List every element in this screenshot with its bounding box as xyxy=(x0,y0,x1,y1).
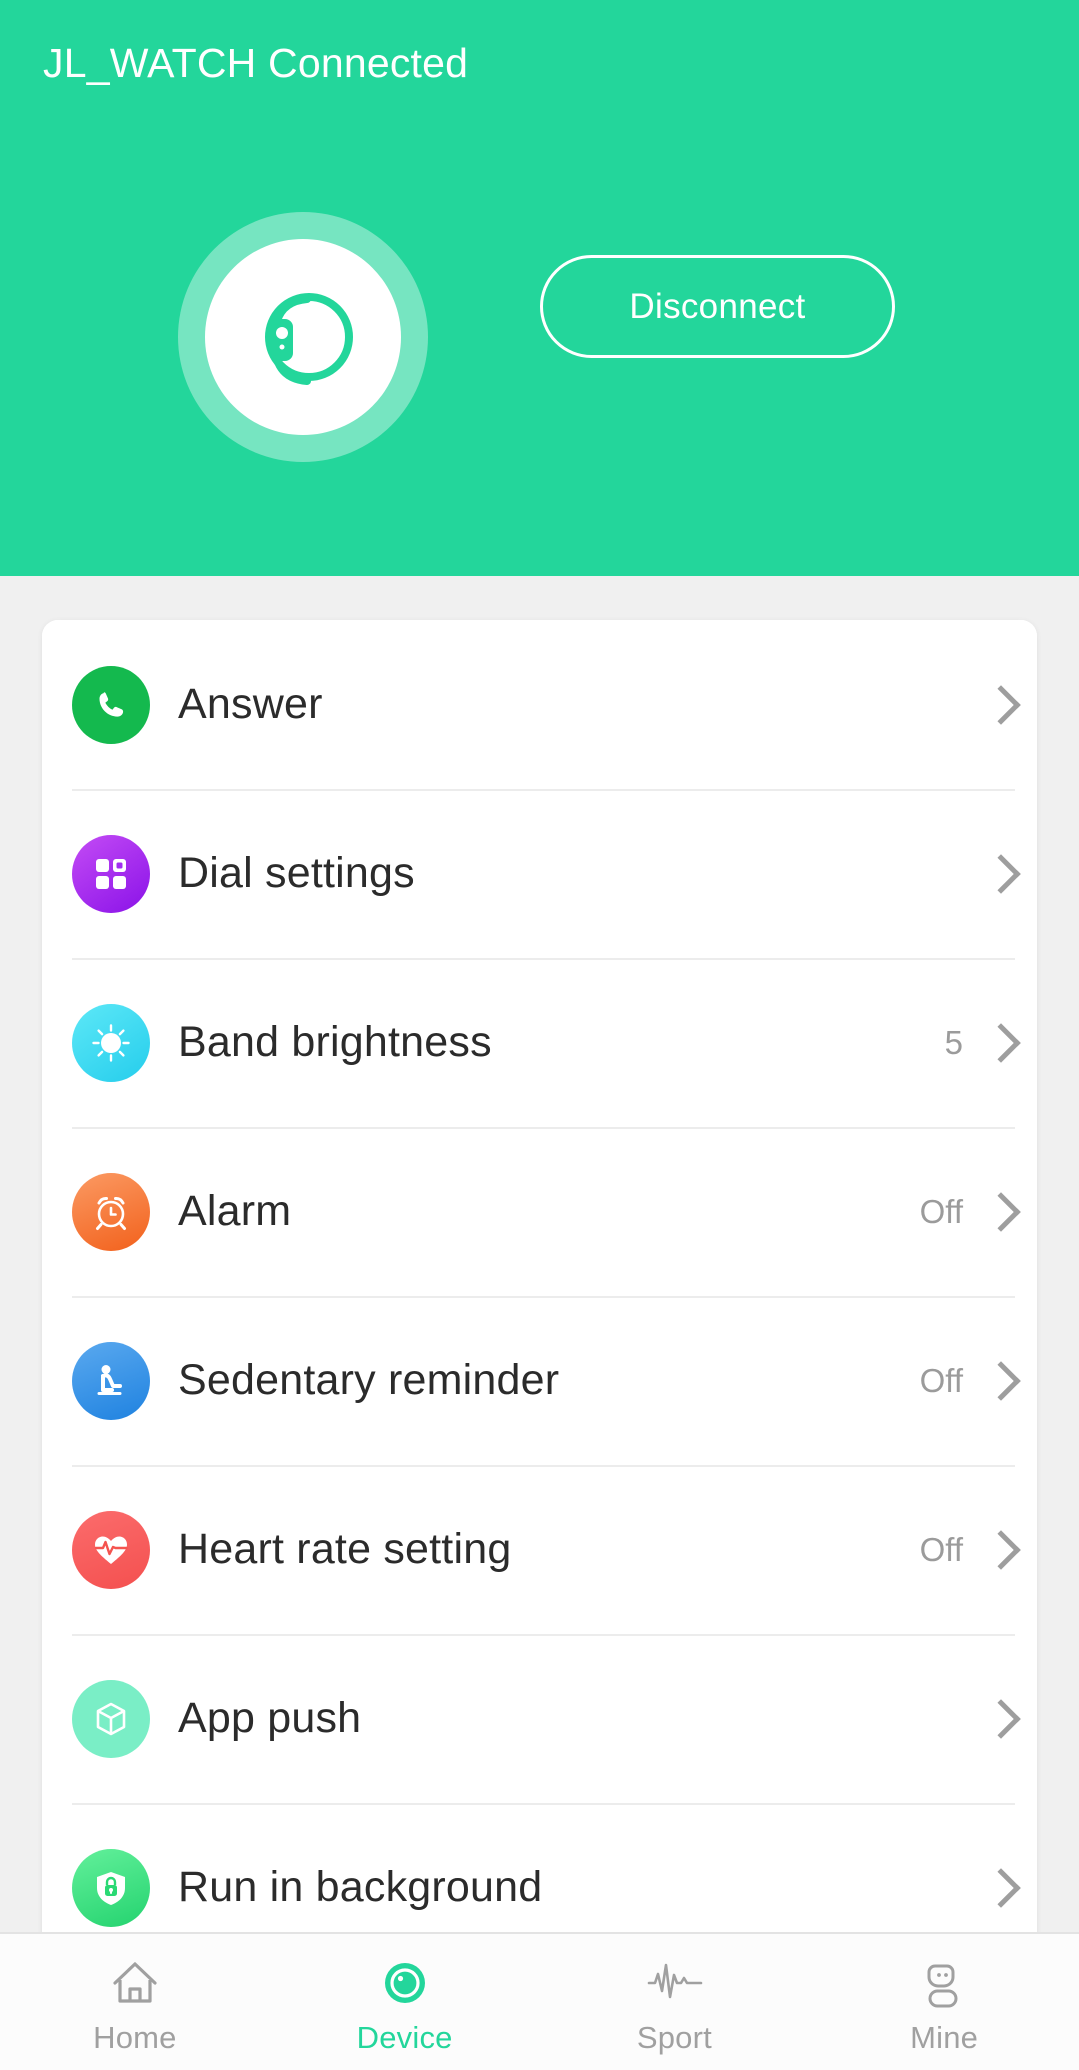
list-item-answer[interactable]: Answer xyxy=(42,620,1037,789)
disconnect-button[interactable]: Disconnect xyxy=(540,255,895,358)
alarm-clock-icon xyxy=(72,1172,150,1251)
list-item-alarm[interactable]: Alarm Off xyxy=(42,1127,1037,1296)
list-item-sedentary-reminder[interactable]: Sedentary reminder Off xyxy=(42,1296,1037,1465)
bottom-tab-bar: Home Device Sport Mine xyxy=(0,1932,1079,2070)
brightness-icon xyxy=(72,1003,150,1082)
chevron-right-icon xyxy=(985,1530,1007,1570)
watch-avatar xyxy=(178,212,428,462)
tab-device[interactable]: Device xyxy=(270,1934,540,2070)
list-item-label: Alarm xyxy=(178,1187,292,1235)
chevron-right-icon xyxy=(985,1361,1007,1401)
app-screen: JL_WATCH Connected Disconnect Answer Dia… xyxy=(0,0,1079,2070)
list-item-heart-rate-setting[interactable]: Heart rate setting Off xyxy=(42,1465,1037,1634)
chevron-right-icon xyxy=(985,1868,1007,1908)
watch-avatar-inner xyxy=(205,239,401,435)
list-item-label: Dial settings xyxy=(178,849,415,897)
list-item-label: Heart rate setting xyxy=(178,1525,512,1573)
list-item-label: Run in background xyxy=(178,1863,543,1911)
list-item-value: 5 xyxy=(944,1023,963,1061)
tab-label: Home xyxy=(93,2019,177,2055)
device-summary: Disconnect xyxy=(0,212,1079,462)
chevron-right-icon xyxy=(985,1192,1007,1232)
home-icon xyxy=(108,1955,162,2011)
list-item-value: Off xyxy=(919,1530,963,1568)
tab-label: Mine xyxy=(910,2019,979,2055)
list-item-app-push[interactable]: App push xyxy=(42,1634,1037,1803)
chevron-right-icon xyxy=(985,1699,1007,1739)
phone-icon xyxy=(72,665,150,744)
list-item-value: Off xyxy=(919,1361,963,1399)
sitting-person-icon xyxy=(72,1341,150,1420)
chevron-right-icon xyxy=(985,685,1007,725)
list-item-value: Off xyxy=(919,1192,963,1230)
person-icon xyxy=(917,1955,971,2011)
tab-label: Sport xyxy=(636,2019,712,2055)
cube-icon xyxy=(72,1679,150,1758)
sport-icon xyxy=(644,1955,704,2011)
list-item-band-brightness[interactable]: Band brightness 5 xyxy=(42,958,1037,1127)
chevron-right-icon xyxy=(985,1023,1007,1063)
list-item-label: App push xyxy=(178,1694,362,1742)
list-item-label: Band brightness xyxy=(178,1018,492,1066)
heart-pulse-icon xyxy=(72,1510,150,1589)
chevron-right-icon xyxy=(985,854,1007,894)
tab-home[interactable]: Home xyxy=(0,1934,270,2070)
tab-sport[interactable]: Sport xyxy=(540,1934,810,2070)
list-item-label: Sedentary reminder xyxy=(178,1356,560,1404)
device-header: JL_WATCH Connected Disconnect xyxy=(0,0,1079,576)
list-item-label: Answer xyxy=(178,680,323,728)
watch-icon xyxy=(247,281,359,393)
tab-label: Device xyxy=(356,2019,453,2055)
page-title: JL_WATCH Connected xyxy=(43,40,469,86)
device-icon xyxy=(378,1955,432,2011)
tab-mine[interactable]: Mine xyxy=(809,1934,1079,2070)
grid-icon xyxy=(72,834,150,913)
lock-shield-icon xyxy=(72,1848,150,1927)
list-item-dial-settings[interactable]: Dial settings xyxy=(42,789,1037,958)
settings-card: Answer Dial settings Band brightness 5 A… xyxy=(42,620,1037,1972)
